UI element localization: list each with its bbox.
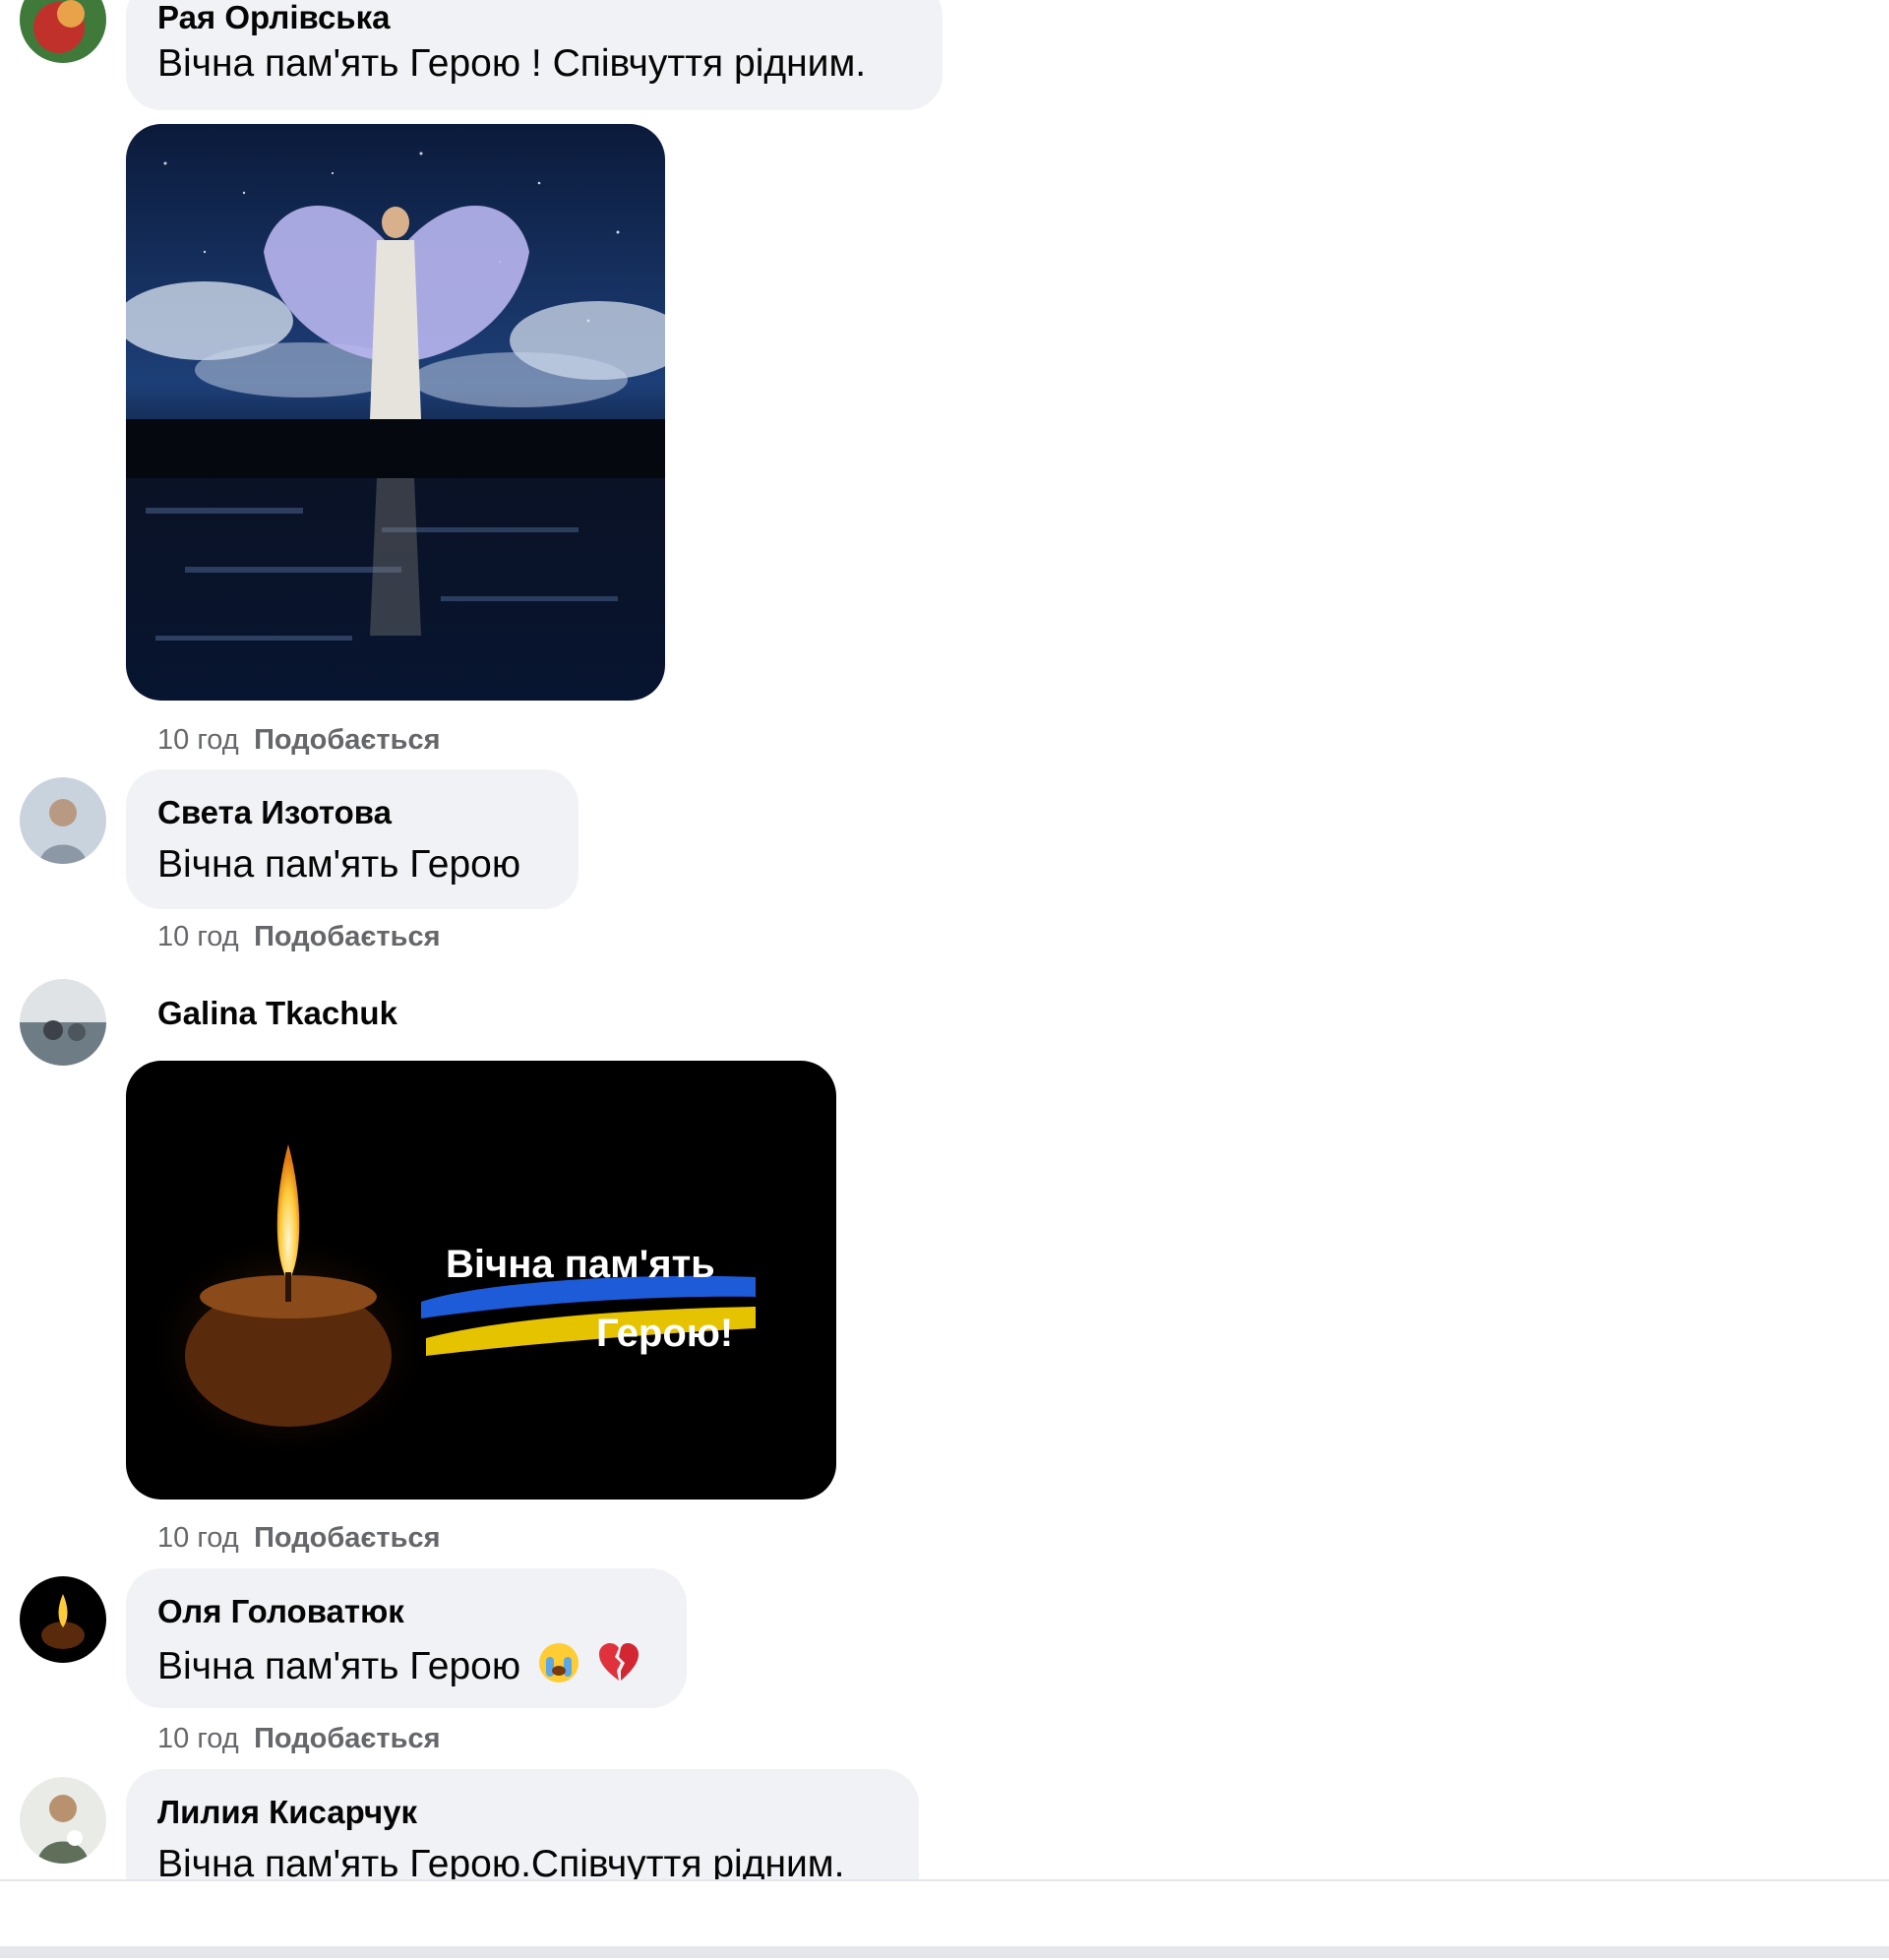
- comment-meta: 10 год Подобається: [157, 1521, 441, 1555]
- like-button[interactable]: Подобається: [254, 1522, 440, 1554]
- bottom-divider: [0, 1946, 1889, 1958]
- comment-bubble: Рая Орлівська Вічна пам'ять Герою ! Спів…: [126, 0, 943, 110]
- comment-text: Вічна пам'ять Герою: [157, 1641, 640, 1695]
- comment-text-body: Вічна пам'ять Герою: [157, 1644, 521, 1687]
- like-button[interactable]: Подобається: [254, 921, 440, 952]
- candle-image[interactable]: Вічна пам'ять Герою!: [126, 1061, 836, 1500]
- comment-author[interactable]: Света Изотова: [157, 793, 392, 832]
- comment-bubble: Оля Головатюк Вічна пам'ять Герою: [126, 1568, 687, 1708]
- comment-author[interactable]: Рая Орлівська: [157, 0, 390, 37]
- comment-time[interactable]: 10 год: [157, 1722, 246, 1755]
- avatar-image: [20, 979, 106, 1066]
- image-caption-line1: Вічна пам'ять: [446, 1243, 715, 1286]
- angel-image[interactable]: [126, 124, 665, 701]
- image-caption-line2: Герою!: [596, 1312, 734, 1355]
- like-button[interactable]: Подобається: [254, 724, 440, 756]
- avatar-raya[interactable]: [20, 0, 106, 63]
- comment-meta: 10 год Подобається: [157, 920, 441, 953]
- comment-bubble: Света Изотова Вічна пам'ять Герою: [126, 769, 579, 909]
- comment-author[interactable]: Лилия Кисарчук: [157, 1793, 417, 1832]
- avatar-image: [20, 777, 106, 864]
- comment-author[interactable]: Оля Головатюк: [157, 1592, 404, 1631]
- comment-meta: 10 год Подобається: [157, 1722, 441, 1755]
- angel-picture: [126, 124, 665, 701]
- comment-author[interactable]: Galina Tkachuk: [157, 994, 397, 1033]
- avatar-image: [20, 0, 106, 63]
- like-button[interactable]: Подобається: [254, 1723, 440, 1754]
- avatar-image: [20, 1576, 106, 1663]
- avatar-liliya[interactable]: [20, 1777, 106, 1864]
- avatar-sveta[interactable]: [20, 777, 106, 864]
- comment-time[interactable]: 10 год: [157, 1521, 246, 1555]
- comment-text: Вічна пам'ять Герою ! Співчуття рідним.: [157, 42, 867, 85]
- avatar-galina[interactable]: [20, 979, 106, 1066]
- comment-time[interactable]: 10 год: [157, 920, 246, 953]
- crying-face-emoji: [537, 1641, 580, 1695]
- comment-meta: 10 год Подобається: [157, 723, 441, 757]
- comment-time[interactable]: 10 год: [157, 723, 246, 757]
- comment-text: Вічна пам'ять Герою: [157, 843, 521, 886]
- broken-heart-emoji: [597, 1641, 640, 1695]
- avatar-image: [20, 1777, 106, 1864]
- avatar-olya[interactable]: [20, 1576, 106, 1663]
